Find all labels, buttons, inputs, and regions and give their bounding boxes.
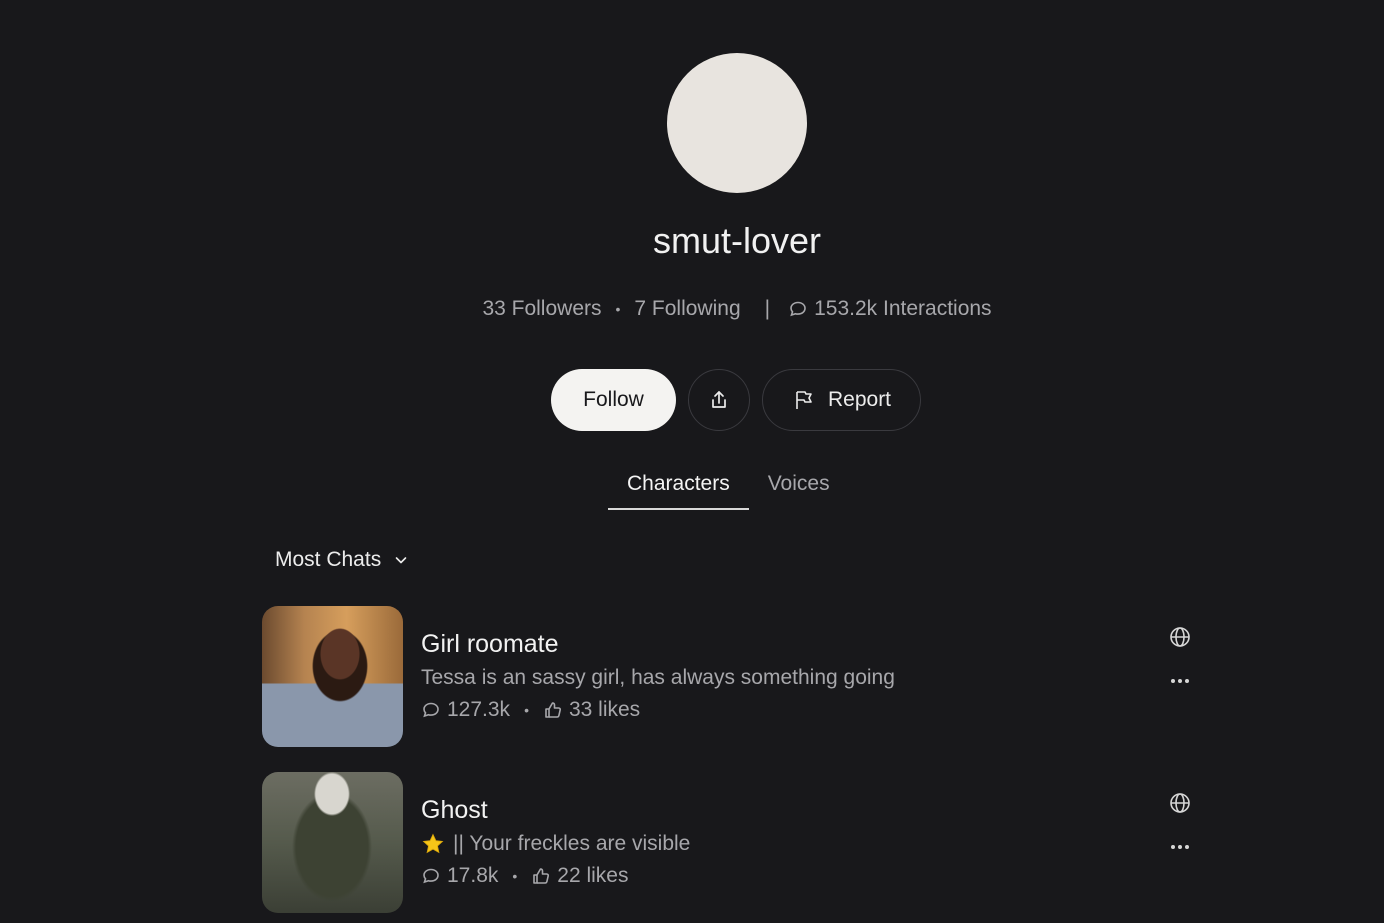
chat-count: 127.3k xyxy=(447,698,511,721)
interactions-count: 153.2k Interactions xyxy=(814,297,992,320)
sort-label: Most Chats xyxy=(275,548,382,571)
character-stats: 17.8k • 22 likes xyxy=(421,864,628,888)
tab-voices[interactable]: Voices xyxy=(749,470,849,510)
meta-separator-dot: • xyxy=(512,868,518,884)
character-name[interactable]: Girl roomate xyxy=(421,630,559,659)
chat-bubble-icon xyxy=(788,299,808,319)
profile-actions: Follow Report xyxy=(551,369,921,431)
character-thumbnail[interactable] xyxy=(262,606,403,747)
globe-icon[interactable] xyxy=(1169,792,1191,814)
chat-bubble-icon xyxy=(421,866,441,886)
star-icon xyxy=(421,832,445,856)
likes-count: 22 likes xyxy=(557,864,629,887)
meta-separator-dot: • xyxy=(524,702,529,718)
flag-icon xyxy=(792,388,816,412)
more-icon[interactable] xyxy=(1170,839,1192,849)
thumbs-up-icon xyxy=(543,700,563,720)
character-name[interactable]: Ghost xyxy=(421,796,488,825)
share-button[interactable] xyxy=(688,369,750,431)
followers-count[interactable]: 33 Followers xyxy=(482,297,601,321)
character-card[interactable]: Ghost || Your freckles are visible 17.8k… xyxy=(262,772,1202,914)
thumbs-up-icon xyxy=(531,866,551,886)
chat-count: 17.8k xyxy=(447,864,499,887)
sort-dropdown[interactable]: Most Chats xyxy=(275,548,409,572)
content-tabs: Characters Voices xyxy=(608,470,849,510)
stat-separator-dot: • xyxy=(615,301,621,317)
character-card[interactable]: Girl roomate Tessa is an sassy girl, has… xyxy=(262,606,1202,748)
profile-avatar xyxy=(667,53,807,193)
share-icon xyxy=(708,389,730,411)
globe-icon[interactable] xyxy=(1169,626,1191,648)
character-description-text: || Your freckles are visible xyxy=(453,832,691,855)
stat-divider: | xyxy=(764,297,771,320)
character-thumbnail[interactable] xyxy=(262,772,403,913)
character-stats: 127.3k • 33 likes xyxy=(421,698,640,722)
likes-count: 33 likes xyxy=(568,698,641,721)
profile-page: smut-lover 33 Followers • 7 Following | … xyxy=(0,0,1384,923)
character-description: Tessa is an sassy girl, has always somet… xyxy=(421,666,895,690)
follow-button[interactable]: Follow xyxy=(551,369,676,431)
username: smut-lover xyxy=(652,220,822,261)
report-label: Report xyxy=(827,388,892,411)
profile-stats: 33 Followers • 7 Following | 153.2k Inte… xyxy=(0,297,1384,321)
more-icon[interactable] xyxy=(1170,673,1192,683)
report-button[interactable]: Report xyxy=(762,369,921,431)
tab-characters[interactable]: Characters xyxy=(608,470,749,510)
chevron-down-icon xyxy=(393,552,409,568)
following-count[interactable]: 7 Following xyxy=(634,297,740,321)
character-description: || Your freckles are visible xyxy=(421,832,690,856)
character-description-text: Tessa is an sassy girl, has always somet… xyxy=(421,666,895,689)
chat-bubble-icon xyxy=(421,700,441,720)
